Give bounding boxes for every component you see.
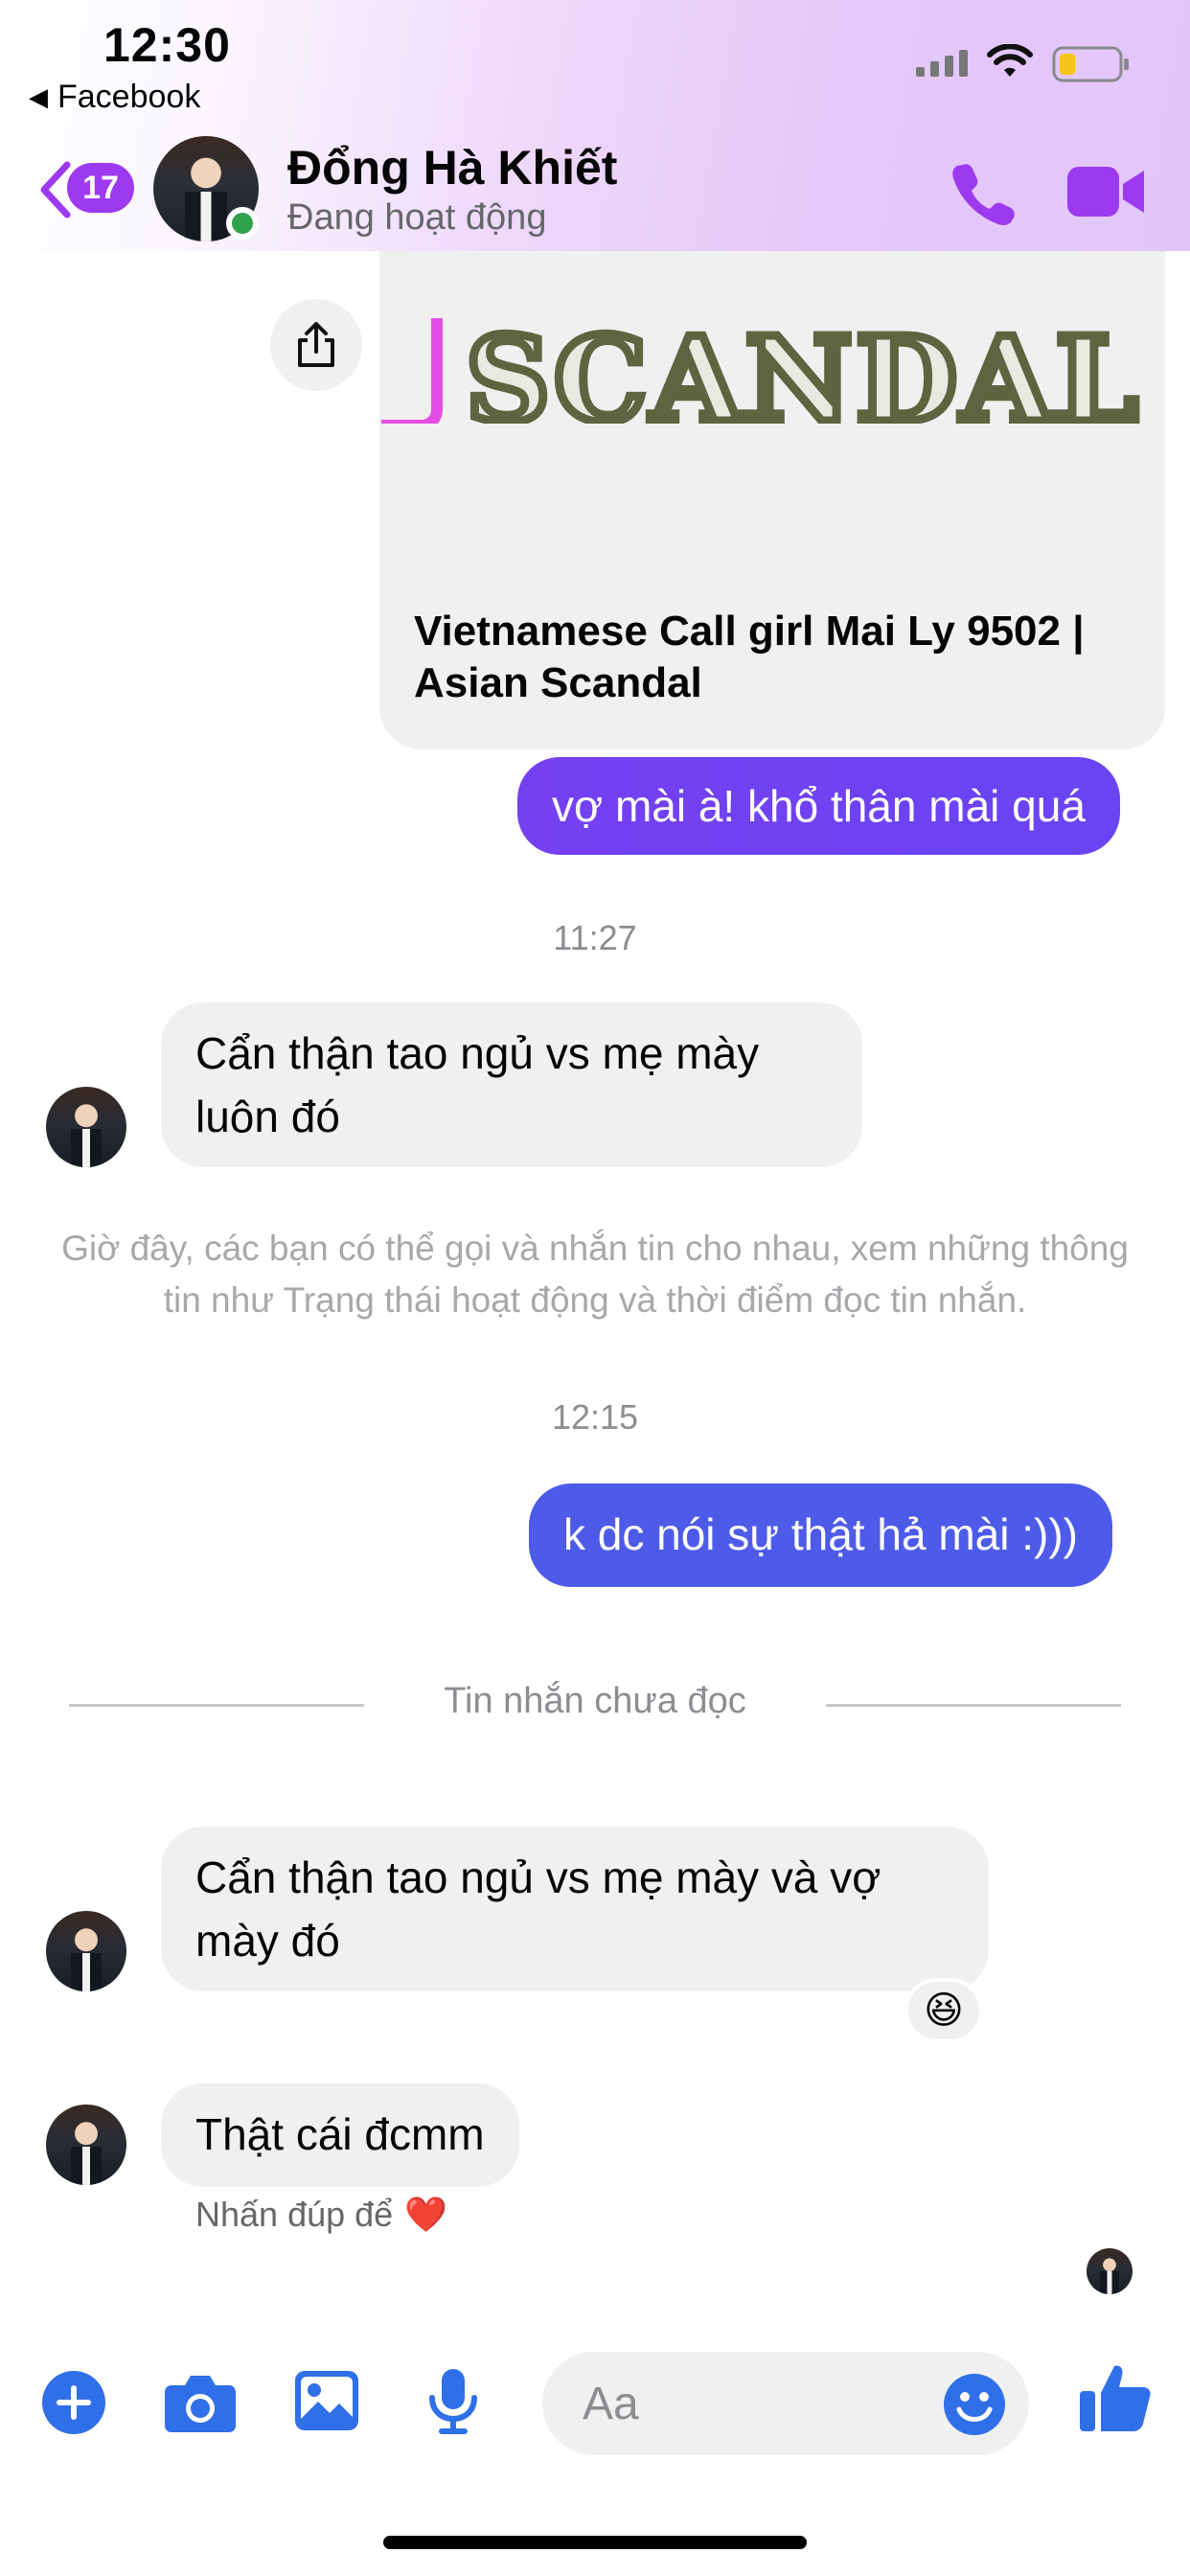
divider-line-right — [826, 1704, 1121, 1707]
double-tap-hint: Nhấn đúp để ❤️ — [195, 2195, 447, 2235]
outgoing-message-bubble[interactable]: vợ mài à! khổ thân mài quá — [517, 757, 1120, 855]
link-preview-card[interactable]: SCANDAL Vietnamese Call girl Mai Ly 9502… — [379, 251, 1165, 749]
contact-active-status: Đang hoạt động — [287, 197, 547, 238]
gallery-button[interactable] — [289, 2363, 364, 2438]
phone-call-icon[interactable] — [949, 159, 1016, 226]
share-button[interactable] — [270, 299, 362, 391]
voice-message-button[interactable] — [416, 2363, 491, 2438]
unread-count-badge[interactable]: 17 — [67, 163, 134, 213]
logo-mark — [381, 318, 443, 424]
more-actions-button[interactable] — [36, 2365, 111, 2440]
emoji-icon[interactable] — [943, 2373, 1006, 2436]
back-to-app-link[interactable]: ◀ Facebook — [29, 79, 200, 116]
camera-button[interactable] — [163, 2365, 238, 2440]
camera-icon — [165, 2376, 236, 2432]
thumbs-up-icon — [1080, 2365, 1151, 2431]
back-app-label: Facebook — [57, 79, 201, 115]
link-preview-image: SCANDAL — [379, 251, 1165, 424]
sender-avatar[interactable] — [46, 1911, 126, 1991]
share-icon — [298, 322, 334, 367]
laughing-emoji-icon: 😆 — [924, 1990, 964, 2032]
incoming-message-bubble[interactable]: Cẩn thận tao ngủ vs mẹ mày luôn đó — [161, 1002, 862, 1167]
video-call-icon[interactable] — [1067, 163, 1146, 220]
contact-name[interactable]: Đổng Hà Khiết — [287, 140, 617, 196]
message-input-box[interactable] — [542, 2352, 1029, 2455]
incoming-message-bubble[interactable]: Thật cái đcmm — [161, 2083, 519, 2187]
message-timestamp: 12:15 — [551, 1397, 639, 1437]
cellular-signal-icon — [916, 50, 968, 77]
outgoing-message-bubble[interactable]: k dc nói sự thật hả mài :))) — [529, 1484, 1112, 1587]
heart-icon: ❤️ — [404, 2195, 448, 2234]
home-indicator — [383, 2536, 807, 2549]
online-status-dot — [226, 207, 259, 240]
status-bar-time: 12:30 — [103, 18, 231, 72]
link-preview-title: Vietnamese Call girl Mai Ly 9502 | Asian… — [414, 608, 1085, 706]
double-tap-hint-text: Nhấn đúp để — [195, 2195, 394, 2234]
unread-messages-divider: Tin nhắn chưa đọc — [444, 1681, 746, 1721]
like-button[interactable] — [1075, 2358, 1156, 2438]
message-timestamp: 11:27 — [553, 918, 637, 957]
message-reaction[interactable]: 😆 — [904, 1978, 983, 2043]
battery-icon — [1052, 46, 1129, 82]
sender-avatar[interactable] — [46, 1087, 126, 1167]
sender-avatar[interactable] — [46, 2104, 126, 2185]
banner-text: SCANDAL — [462, 307, 1143, 425]
read-receipt-avatar — [1087, 2248, 1133, 2294]
microphone-icon — [429, 2369, 477, 2434]
back-triangle-icon: ◀ — [29, 82, 48, 111]
incoming-message-bubble[interactable]: Cẩn thận tao ngủ vs mẹ mày và vợ mày đó — [161, 1827, 989, 1991]
photo-icon — [295, 2371, 358, 2430]
message-input[interactable] — [583, 2377, 927, 2430]
wifi-icon — [987, 44, 1033, 77]
plus-circle-icon — [42, 2371, 105, 2434]
system-notice: Giờ đây, các bạn có thể gọi và nhắn tin … — [61, 1229, 1129, 1320]
